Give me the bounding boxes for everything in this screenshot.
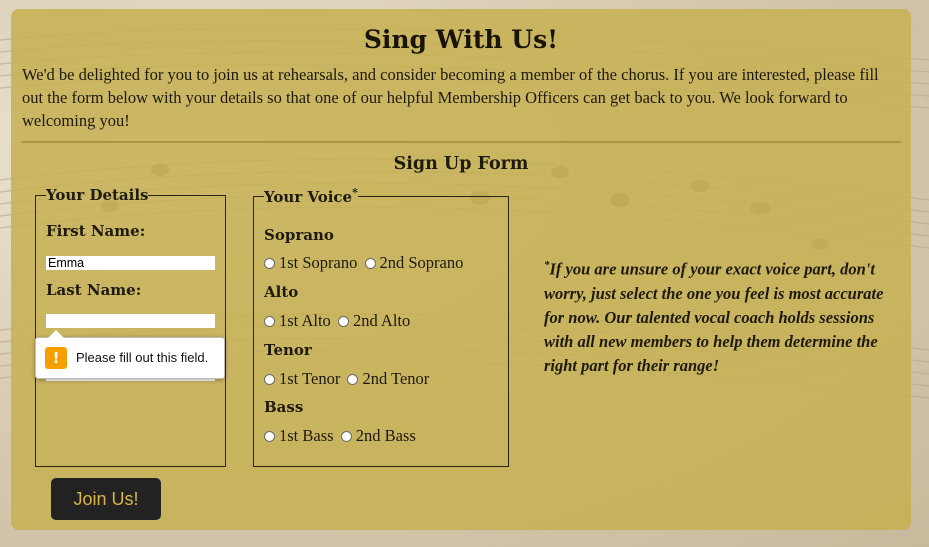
radio-circle[interactable]	[264, 431, 275, 442]
page-title: Sing With Us!	[363, 25, 559, 54]
your-voice-legend: Your Voice*	[264, 186, 358, 206]
your-voice-legend-mark: *	[352, 186, 358, 199]
radio-2nd-soprano[interactable]: 2nd Soprano	[364, 253, 464, 273]
last-name-label: Last Name:	[46, 281, 142, 299]
radio-2nd-bass[interactable]: 2nd Bass	[340, 426, 416, 446]
radio-1st-soprano[interactable]: 1st Soprano	[264, 253, 357, 273]
first-name-input[interactable]	[46, 256, 215, 270]
last-name-input[interactable]	[46, 314, 215, 328]
sign-up-card: Sing With Us! We'd be delighted for you …	[11, 9, 911, 530]
radio-label: 1st Tenor	[279, 369, 341, 388]
join-us-button[interactable]: Join Us!	[51, 478, 161, 520]
radio-label: 2nd Soprano	[379, 253, 464, 272]
radio-1st-alto[interactable]: 1st Alto	[264, 311, 331, 331]
radio-circle[interactable]	[337, 316, 349, 327]
radio-label: 2nd Alto	[352, 311, 411, 330]
tenor-options: 1st Tenor 2nd Tenor	[264, 369, 432, 389]
intro-text: We'd be delighted for you to join us at …	[22, 65, 879, 130]
soprano-options: 1st Soprano 2nd Soprano	[264, 253, 466, 273]
alto-label: Alto	[264, 283, 299, 301]
voice-note: *If you are unsure of your exact voice p…	[544, 253, 889, 378]
alto-options: 1st Alto 2nd Alto	[264, 311, 413, 331]
radio-2nd-alto[interactable]: 2nd Alto	[337, 311, 411, 331]
validation-message: Please fill out this field.	[76, 350, 209, 365]
note-text: If you are unsure of your exact voice pa…	[544, 259, 884, 375]
radio-label: 2nd Tenor	[362, 369, 430, 388]
soprano-label: Soprano	[264, 226, 334, 244]
first-name-label: First Name:	[46, 222, 146, 240]
your-voice-legend-text: Your Voice	[264, 188, 353, 206]
form-title: Sign Up Form	[393, 154, 529, 174]
radio-circle[interactable]	[340, 431, 352, 442]
divider	[21, 141, 901, 143]
radio-1st-tenor[interactable]: 1st Tenor	[264, 369, 340, 389]
radio-1st-bass[interactable]: 1st Bass	[264, 426, 334, 446]
validation-tooltip: ! Please fill out this field.	[35, 330, 225, 379]
radio-label: 1st Bass	[279, 426, 334, 445]
bass-options: 1st Bass 2nd Bass	[264, 426, 419, 446]
radio-circle[interactable]	[264, 316, 275, 327]
radio-label: 2nd Bass	[355, 426, 416, 445]
warning-icon: !	[45, 347, 67, 369]
radio-circle[interactable]	[264, 258, 275, 269]
radio-circle[interactable]	[364, 258, 376, 269]
radio-circle[interactable]	[347, 374, 359, 385]
radio-label: 1st Soprano	[279, 253, 358, 272]
your-details-legend: Your Details	[46, 186, 149, 204]
radio-2nd-tenor[interactable]: 2nd Tenor	[347, 369, 429, 389]
radio-circle[interactable]	[264, 374, 275, 385]
tooltip-arrow	[48, 330, 64, 338]
tenor-label: Tenor	[264, 341, 312, 359]
radio-label: 1st Alto	[279, 311, 331, 330]
bass-label: Bass	[264, 398, 304, 416]
